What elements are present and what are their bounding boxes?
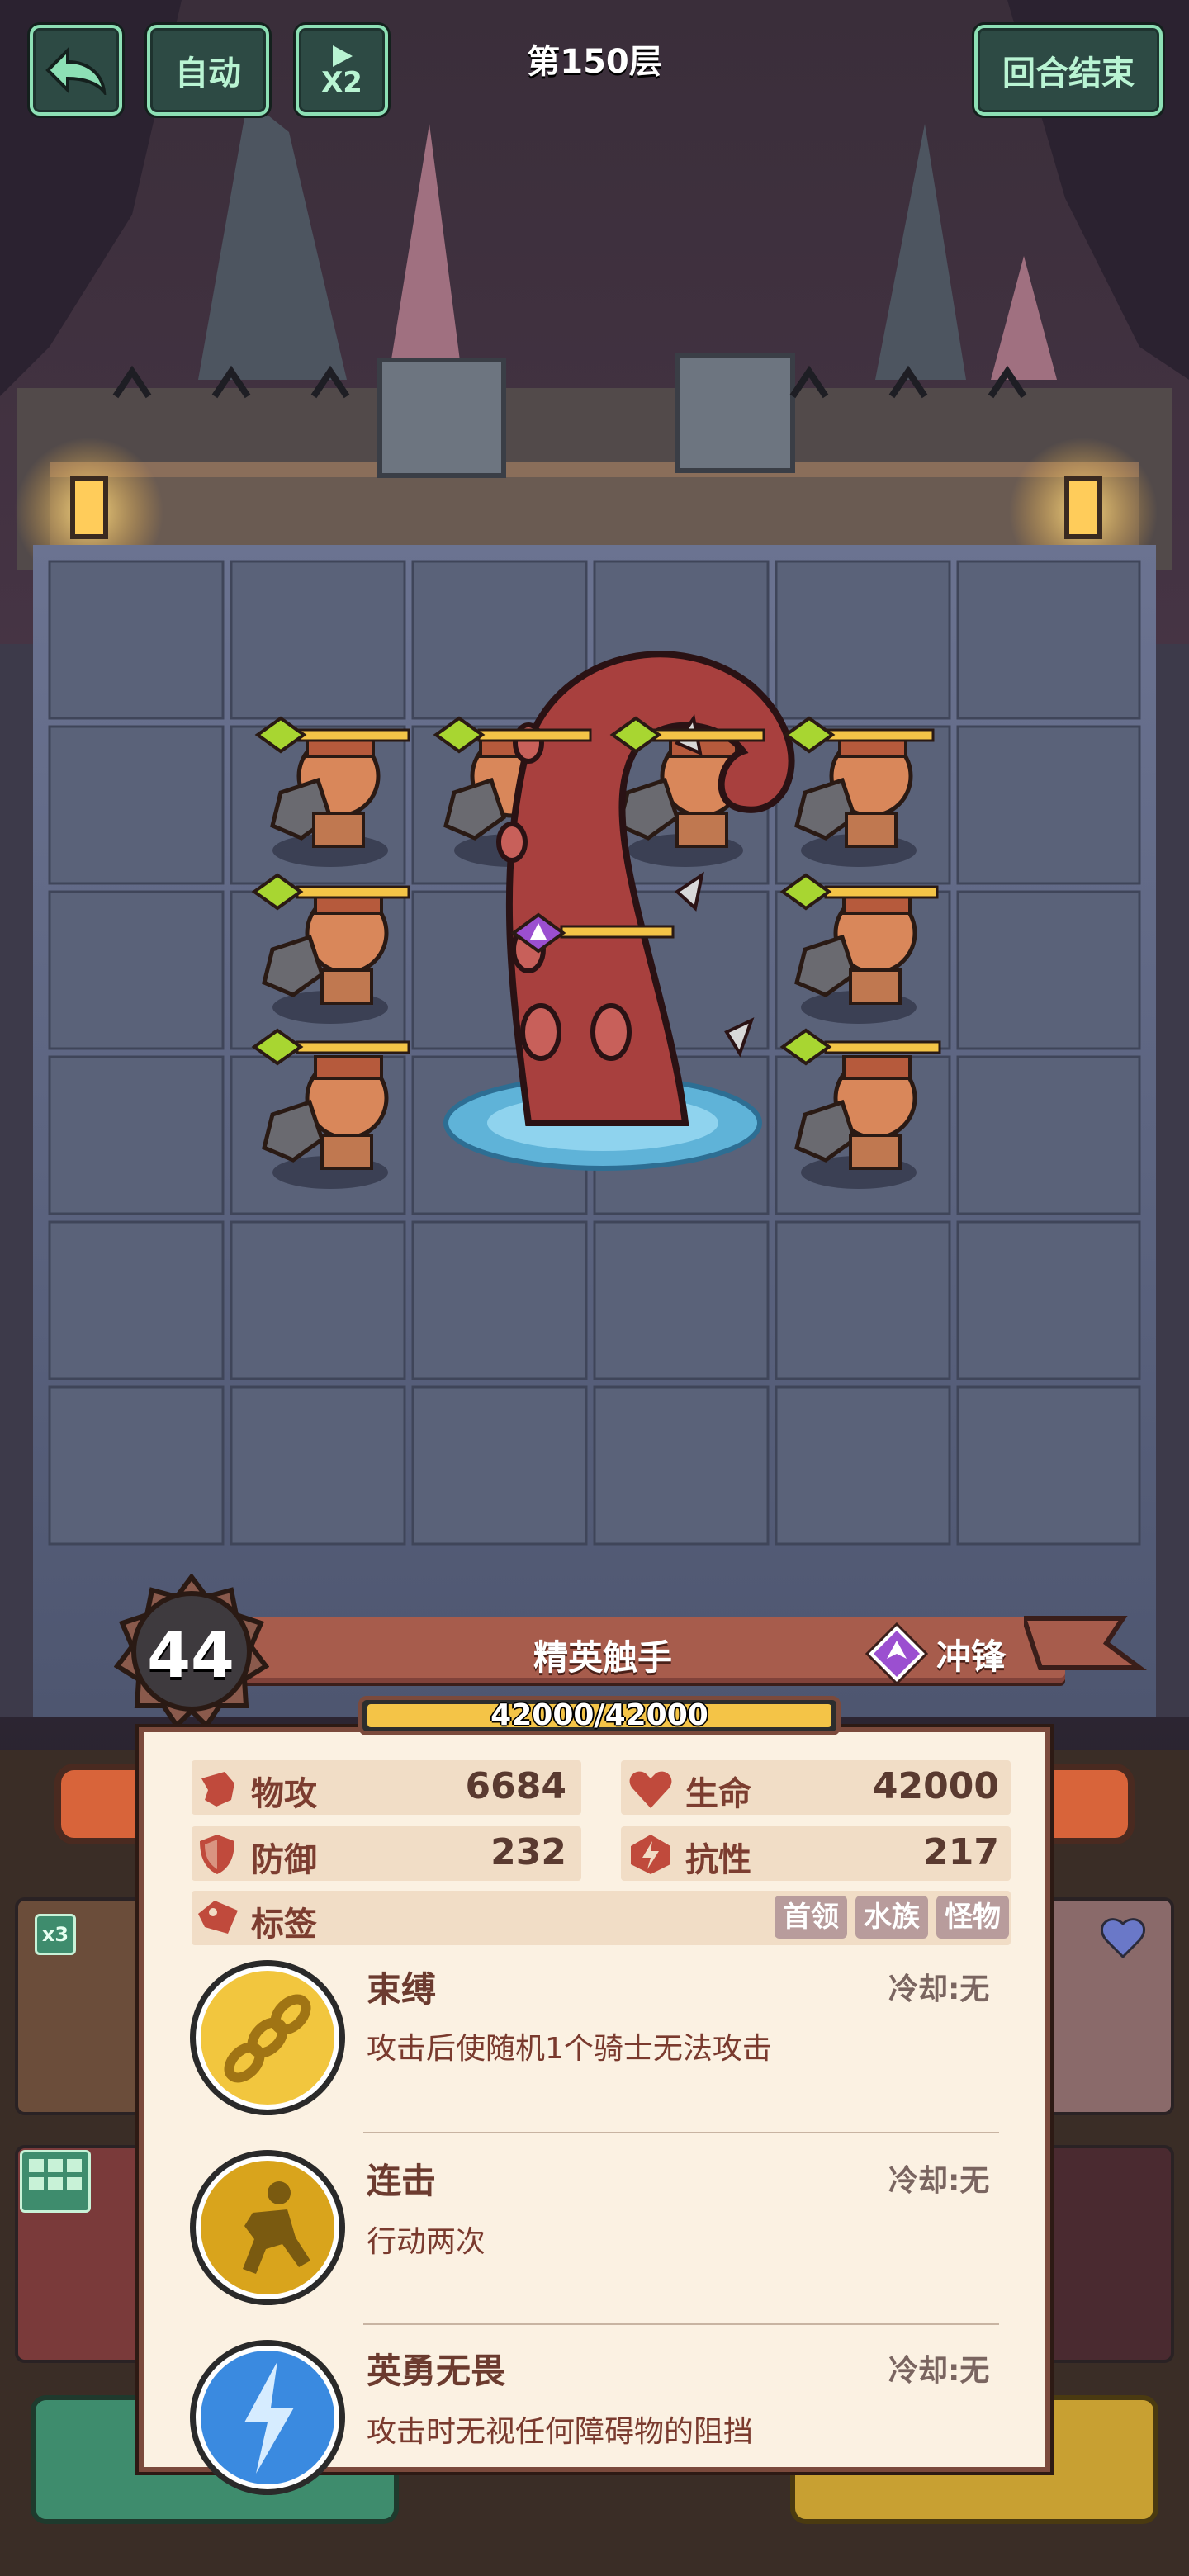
tags-label: 标签: [251, 1906, 317, 1944]
back-button[interactable]: [30, 25, 122, 116]
lightning-icon: [190, 2340, 345, 2495]
tag-boss: 首领: [775, 1896, 847, 1939]
side-grid-badge-icon: [20, 2150, 91, 2213]
charge-diamond-icon: [865, 1622, 928, 1685]
defense-value: 232: [490, 1831, 566, 1873]
tag-icon: [198, 1901, 238, 1934]
fist-icon: [201, 1772, 234, 1807]
boss-trait-label: 冲锋: [936, 1636, 1007, 1677]
speed-button[interactable]: X2: [296, 25, 388, 116]
end-turn-button[interactable]: 回合结束: [974, 25, 1163, 116]
heart-icon: [629, 1771, 672, 1808]
life-value: 42000: [872, 1765, 999, 1807]
defense-label: 防御: [251, 1841, 317, 1879]
side-badge-x3: x3: [35, 1914, 76, 1955]
tag-monster: 怪物: [936, 1896, 1009, 1939]
life-label: 生命: [685, 1775, 751, 1813]
skill-name-combo: 连击: [367, 2161, 437, 2201]
resist-bolt-icon: [631, 1835, 670, 1874]
banner-ribbon-tail: [1024, 1616, 1147, 1670]
skill-divider: [363, 2132, 999, 2133]
skill-name-fearless: 英勇无畏: [367, 2351, 506, 2391]
tag-aquatic: 水族: [855, 1896, 928, 1939]
end-turn-label: 回合结束: [1002, 54, 1135, 92]
resist-label: 抗性: [685, 1841, 751, 1879]
skill-desc-combo: 行动两次: [367, 2225, 486, 2259]
skill-desc-bind: 攻击后使随机1个骑士无法攻击: [367, 2032, 772, 2066]
boss-hp-text: 42000/42000: [490, 1698, 708, 1732]
boss-level: 44: [147, 1618, 234, 1692]
auto-button-label: 自动: [175, 54, 241, 92]
chain-icon: [190, 1960, 345, 2115]
dash-figure-icon: [190, 2150, 345, 2305]
skill-cooldown-combo: 冷却:无: [888, 2164, 990, 2198]
boss-trait: 冲锋: [865, 1622, 1007, 1685]
skill-cooldown-fearless: 冷却:无: [888, 2354, 990, 2388]
attack-label: 物攻: [251, 1775, 317, 1813]
boss-name: 精英触手: [533, 1637, 672, 1678]
side-hero-card-right-2[interactable]: [1039, 2145, 1174, 2363]
auto-button[interactable]: 自动: [147, 25, 269, 116]
skill-name-bind: 束缚: [367, 1969, 437, 2010]
resist-value: 217: [923, 1831, 999, 1873]
shield-icon: [200, 1835, 234, 1874]
speed-label: X2: [321, 66, 362, 99]
skill-cooldown-bind: 冷却:无: [888, 1972, 990, 2006]
skill-divider: [363, 2323, 999, 2325]
skill-desc-fearless: 攻击时无视任何障碍物的阻挡: [367, 2415, 754, 2449]
play-icon: [333, 45, 353, 67]
attack-value: 6684: [465, 1765, 566, 1807]
floor-title: 第150层: [527, 43, 662, 81]
back-arrow-icon: [45, 46, 107, 95]
